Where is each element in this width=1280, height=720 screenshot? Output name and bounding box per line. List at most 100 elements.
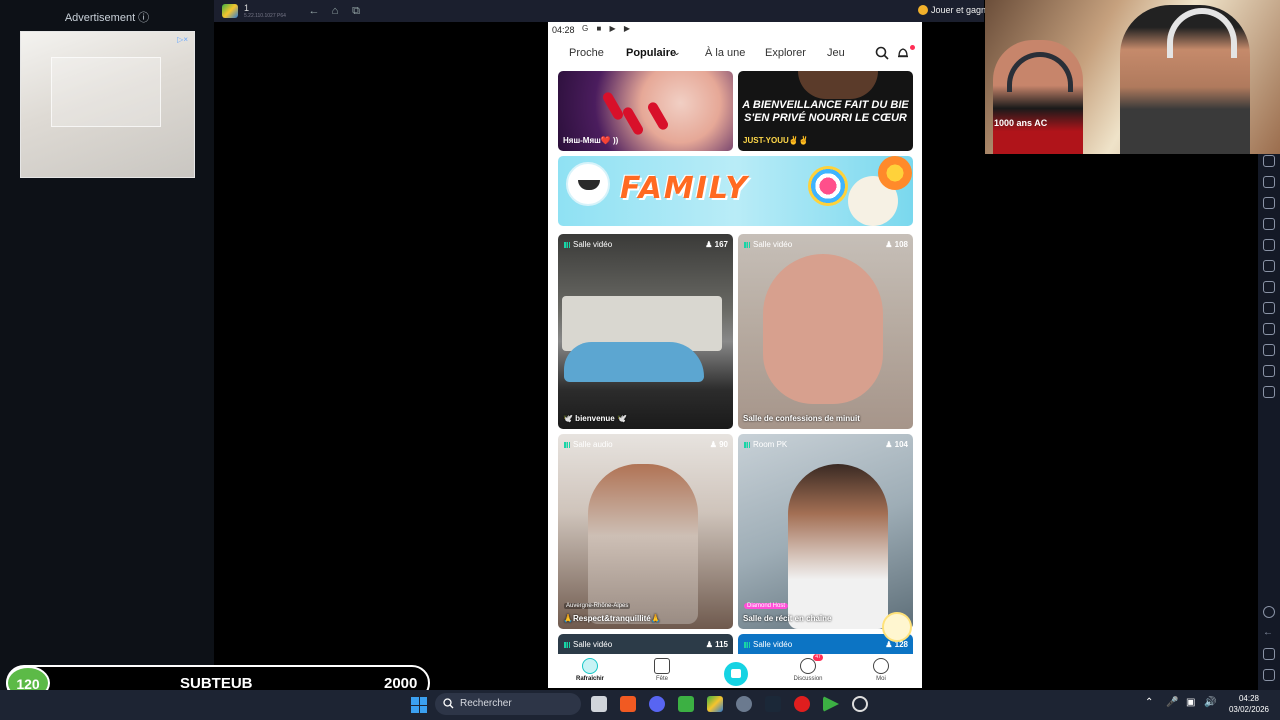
status-icons: G ■ ▶ ▶	[582, 24, 634, 33]
promo-coin-icon	[918, 5, 928, 15]
tab-explorer[interactable]: Explorer	[765, 47, 806, 59]
room-type: Salle vidéo	[564, 640, 612, 649]
room-title: Няш-Мяш❤️ ))	[563, 136, 619, 145]
sidebar-tool-icon[interactable]	[1263, 155, 1275, 167]
host-badge: Diamond Host	[744, 603, 789, 609]
microphone-icon[interactable]: 🎤	[1166, 697, 1178, 708]
room-tile-partial[interactable]: Няш-Мяш❤️ ))	[558, 71, 733, 151]
start-button[interactable]	[411, 697, 427, 713]
emulator-version: 5.22.110.1027 P64	[244, 13, 286, 19]
volume-icon[interactable]: 🔊	[1204, 697, 1216, 708]
overlay-line: A BIENVEILLANCE FAIT DU BIE	[742, 99, 909, 111]
viewer-count-value: 108	[894, 240, 908, 249]
viewer-count-value: 90	[719, 440, 728, 449]
mascot-icon	[566, 162, 610, 206]
room-card[interactable]: Room PK ♟ 104 Diamond Host Salle de réci…	[738, 434, 913, 629]
car-shape	[564, 342, 704, 382]
notification-icon[interactable]	[896, 46, 910, 60]
back-icon[interactable]: ←	[307, 4, 321, 18]
multi-window-icon[interactable]: ⧉	[349, 4, 363, 18]
layers-icon[interactable]	[1263, 344, 1275, 356]
sync-icon[interactable]	[1263, 365, 1275, 377]
back-arrow-icon[interactable]: ←	[1263, 627, 1275, 639]
record-icon[interactable]	[1263, 218, 1275, 230]
go-live-button[interactable]	[724, 662, 748, 686]
room-card[interactable]: Salle vidéo ♟ 167 🕊️ bienvenue 🕊️	[558, 234, 733, 429]
airplane-icon[interactable]	[1263, 260, 1275, 272]
room-title: Salle de récit en chaîne	[743, 614, 832, 623]
location-icon[interactable]	[1263, 323, 1275, 335]
tab-a-la-une[interactable]: À la une	[705, 47, 745, 59]
tray-chevron-icon[interactable]: ⌃	[1145, 697, 1153, 708]
viewer-count-value: 167	[714, 240, 728, 249]
home-icon[interactable]: ⌂	[328, 4, 342, 18]
viewer-count: ♟ 115	[705, 640, 728, 649]
settings-app-icon[interactable]	[736, 696, 752, 712]
room-type: Salle audio	[564, 440, 613, 449]
room-type: Salle vidéo	[744, 240, 792, 249]
emulator-sidebar: ←	[1258, 154, 1280, 690]
screenshot-icon[interactable]	[1263, 197, 1275, 209]
banner-title: FAMILY	[620, 171, 750, 206]
clock-date[interactable]: 03/02/2026	[1222, 705, 1276, 714]
gallery-icon[interactable]	[1263, 239, 1275, 251]
folder-icon[interactable]	[1263, 386, 1275, 398]
candy-icon	[878, 156, 912, 190]
steam-icon[interactable]	[765, 696, 781, 712]
nav-rafraichir[interactable]: Rafraîchir	[565, 654, 615, 682]
party-icon	[654, 658, 670, 674]
nav-label: Rafraîchir	[575, 676, 604, 682]
eraser-icon[interactable]	[1263, 302, 1275, 314]
spreadsheet-icon[interactable]	[678, 696, 694, 712]
tab-jeu[interactable]: Jeu	[827, 47, 845, 59]
bluestacks-icon[interactable]	[707, 696, 723, 712]
network-icon[interactable]: ▣	[1186, 697, 1195, 708]
nav-label: Discussion	[793, 676, 823, 682]
nav-discussion[interactable]: Discussion 47	[783, 654, 833, 682]
webcam-overlay: 1000 ans AC	[985, 0, 1280, 154]
viewer-count-value: 115	[715, 640, 728, 649]
nav-moi[interactable]: Moi	[856, 654, 906, 682]
room-card[interactable]: Salle vidéo ♟ 108 Salle de confessions d…	[738, 234, 913, 429]
advertisement-image[interactable]: ▷×	[20, 31, 195, 178]
ad-choices-icon[interactable]: ▷×	[177, 35, 188, 44]
viewer-count: ♟ 108	[885, 240, 908, 249]
advertisement-title: Advertisement ⓘ	[64, 12, 150, 24]
promo-link[interactable]: Jouer et gagn	[931, 5, 986, 15]
tab-proche[interactable]: Proche	[569, 47, 604, 59]
avatar	[763, 254, 883, 404]
floating-emoji-icon[interactable]	[882, 612, 912, 642]
home-icon[interactable]	[1263, 648, 1275, 660]
room-title: 🙏Respect&tranquillité🙏	[563, 614, 661, 623]
gear-icon[interactable]	[1263, 606, 1275, 618]
search-icon[interactable]	[875, 46, 889, 60]
youtube-icon[interactable]	[794, 696, 810, 712]
candy-icon	[808, 166, 848, 206]
viewer-count: ♟ 104	[885, 440, 908, 449]
room-tile-partial[interactable]: A BIENVEILLANCE FAIT DU BIE S'EN PRIVÉ N…	[738, 71, 913, 151]
profile-icon	[873, 658, 889, 674]
recent-apps-icon[interactable]	[1263, 669, 1275, 681]
nav-label: Moi	[876, 676, 886, 682]
viewer-count-value: 104	[894, 440, 908, 449]
file-explorer-icon[interactable]	[591, 696, 607, 712]
obs-icon[interactable]	[852, 696, 868, 712]
room-type: Room PK	[744, 440, 787, 449]
start-tile	[411, 697, 419, 705]
ad-window-shape	[51, 57, 161, 127]
nav-fete[interactable]: Fête	[637, 654, 687, 682]
chevron-down-icon[interactable]: ⌄	[673, 47, 681, 58]
nail-shape	[646, 100, 670, 132]
tab-populaire[interactable]: Populaire	[626, 47, 676, 59]
discord-icon[interactable]	[649, 696, 665, 712]
start-tile	[419, 705, 427, 713]
brave-icon[interactable]	[620, 696, 636, 712]
install-apk-icon[interactable]	[1263, 281, 1275, 293]
keyboard-icon[interactable]	[1263, 176, 1275, 188]
search-placeholder: Rechercher	[460, 698, 512, 709]
shirt-text: 1000 ans AC	[994, 118, 1048, 128]
room-location: Auvergne-Rhône-Alpes	[564, 603, 631, 609]
family-banner[interactable]: FAMILY	[558, 156, 913, 226]
clock-time[interactable]: 04:28	[1226, 694, 1272, 703]
room-card[interactable]: Salle audio ♟ 90 Auvergne-Rhône-Alpes 🙏R…	[558, 434, 733, 629]
